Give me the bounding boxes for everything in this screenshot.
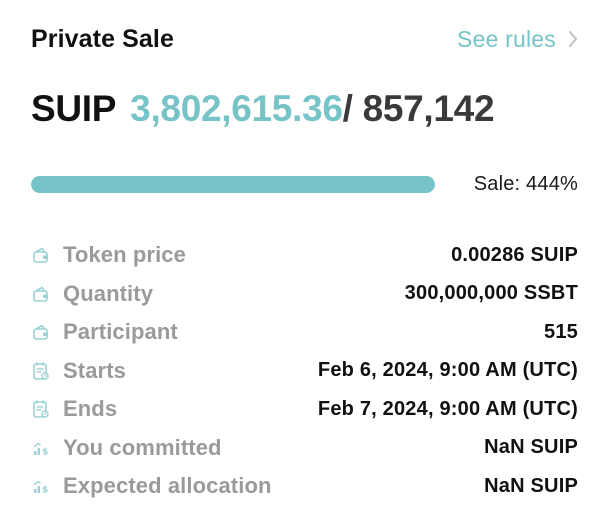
- progress-bar: [31, 175, 435, 193]
- chart-dollar-icon: $: [31, 476, 51, 496]
- detail-row-token-price: Token price 0.00286 SUIP: [31, 236, 578, 275]
- progress-bar-fill: [31, 175, 435, 193]
- detail-row-participant: Participant 515: [31, 313, 578, 352]
- chevron-right-icon: [564, 27, 582, 51]
- detail-label: Expected allocation: [63, 473, 272, 499]
- detail-row-starts: Starts Feb 6, 2024, 9:00 AM (UTC): [31, 352, 578, 391]
- calendar-icon: [31, 361, 51, 381]
- detail-row-ends: Ends Feb 7, 2024, 9:00 AM (UTC): [31, 390, 578, 429]
- detail-value: 515: [544, 320, 578, 343]
- detail-row-you-committed: $ You committed NaN SUIP: [31, 429, 578, 468]
- wallet-icon: [31, 284, 51, 304]
- detail-row-expected-allocation: $ Expected allocation NaN SUIP: [31, 467, 578, 506]
- detail-row-left: Ends: [31, 396, 117, 422]
- token-symbol: SUIP: [31, 88, 117, 129]
- progress-row: Sale: 444%: [31, 170, 578, 198]
- detail-value: Feb 6, 2024, 9:00 AM (UTC): [317, 359, 578, 382]
- detail-label: Ends: [63, 396, 118, 422]
- detail-row-left: $ You committed: [31, 435, 222, 461]
- detail-label: Participant: [63, 319, 178, 345]
- sale-amount: SUIP 3,802,615.36 / 857,142: [31, 88, 495, 130]
- wallet-icon: [31, 245, 51, 265]
- detail-row-left: Participant: [31, 319, 178, 345]
- detail-value: Feb 7, 2024, 9:00 AM (UTC): [317, 397, 578, 420]
- detail-row-left: Starts: [31, 358, 126, 384]
- cap-amount: / 857,142: [342, 88, 495, 129]
- detail-label: Starts: [63, 357, 126, 383]
- detail-value: NaN SUIP: [484, 474, 578, 497]
- detail-value: NaN SUIP: [484, 436, 578, 459]
- private-sale-card: Private Sale See rules SUIP 3,802,615.36…: [0, 0, 606, 520]
- svg-text:$: $: [42, 486, 48, 496]
- detail-label: You committed: [63, 434, 222, 460]
- sale-percent: Sale: 444%: [473, 172, 578, 195]
- detail-row-left: $ Expected allocation: [31, 473, 272, 499]
- calendar-icon: [31, 399, 51, 419]
- see-rules-label: See rules: [457, 25, 556, 52]
- detail-row-left: Token price: [31, 242, 186, 268]
- detail-label: Quantity: [63, 280, 154, 306]
- detail-value: 300,000,000 SSBT: [404, 282, 578, 305]
- sale-details: Token price 0.00286 SUIP Quantity 300,000,0…: [31, 236, 578, 506]
- detail-row-left: Quantity: [31, 281, 153, 307]
- card-header: Private Sale See rules: [31, 22, 582, 56]
- see-rules-link[interactable]: See rules: [457, 26, 582, 53]
- detail-row-quantity: Quantity 300,000,000 SSBT: [31, 275, 578, 314]
- wallet-icon: [31, 322, 51, 342]
- detail-value: 0.00286 SUIP: [451, 243, 578, 266]
- card-title: Private Sale: [31, 24, 174, 53]
- svg-text:$: $: [42, 447, 48, 457]
- committed-amount: 3,802,615.36: [130, 88, 343, 129]
- chart-dollar-icon: $: [31, 438, 51, 458]
- detail-label: Token price: [63, 242, 186, 268]
